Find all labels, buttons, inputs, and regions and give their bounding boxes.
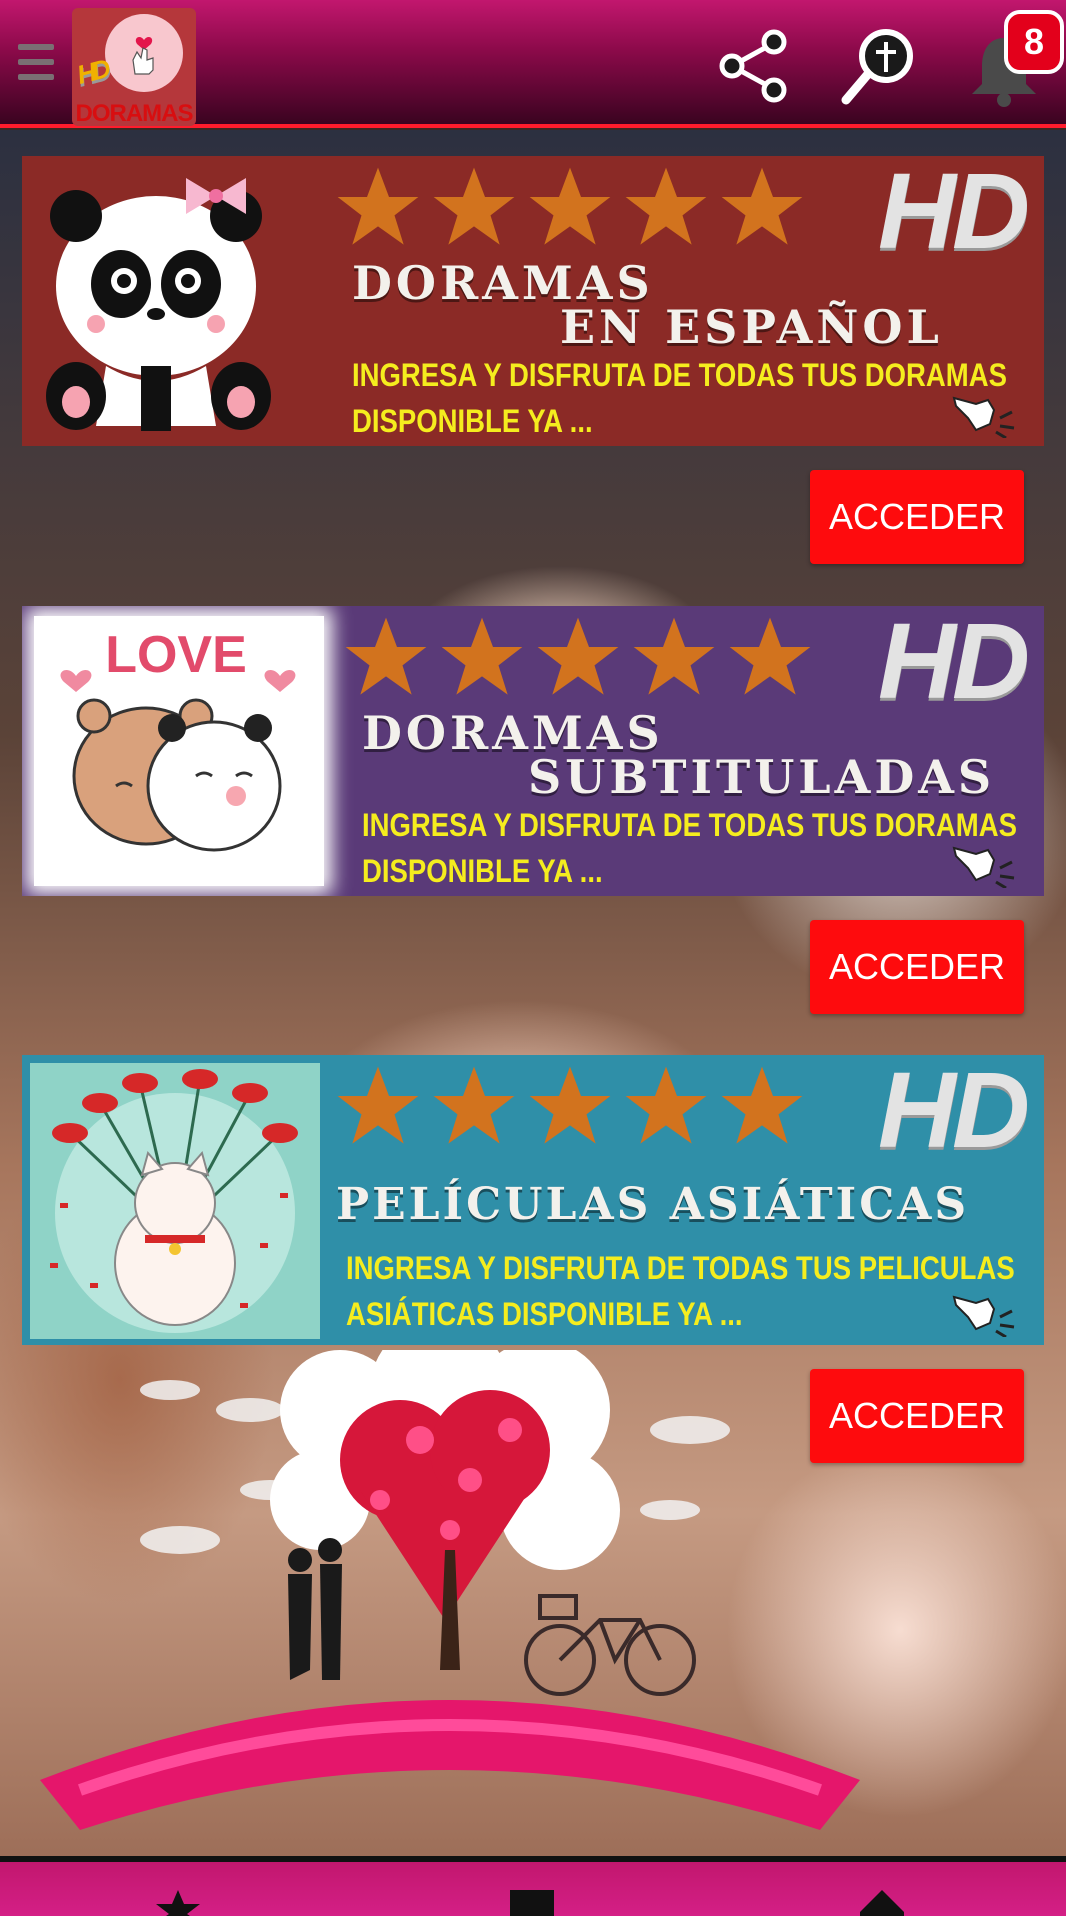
banner-doramas-subtituladas[interactable]: LOVE HD DORAMAS SUBTITULADAS INGRESA Y D… bbox=[22, 606, 1044, 896]
banner-description: INGRESA Y DISFRUTA DE TODAS TUS PELICULA… bbox=[346, 1245, 1015, 1337]
banner-description: INGRESA Y DISFRUTA DE TODAS TUS DORAMAS … bbox=[362, 802, 1017, 894]
star-icon bbox=[729, 617, 811, 695]
banner-peliculas-asiaticas[interactable]: HD PELÍCULAS ASIÁTICAS INGRESA Y DISFRUT… bbox=[22, 1055, 1044, 1345]
banner-description: INGRESA Y DISFRUTA DE TODAS TUS DORAMAS … bbox=[352, 352, 1007, 444]
bottom-navigation-bar bbox=[0, 1856, 1066, 1916]
star-icon bbox=[441, 617, 523, 695]
hd-label: HD bbox=[878, 156, 1030, 271]
star-icon bbox=[433, 1066, 515, 1144]
banner-description-line2: ASIÁTICAS DISPONIBLE YA ... bbox=[346, 1296, 743, 1332]
pointer-hand-icon bbox=[952, 1295, 1015, 1337]
banner-description-line1: INGRESA Y DISFRUTA DE TODAS TUS DORAMAS bbox=[362, 807, 1017, 843]
notification-count-badge[interactable]: 8 bbox=[1004, 10, 1064, 74]
app-logo[interactable]: HD DORAMAS bbox=[72, 8, 196, 126]
romance-tree-illustration bbox=[40, 1350, 860, 1830]
search-cross-icon[interactable] bbox=[838, 26, 918, 106]
star-icon bbox=[337, 167, 419, 245]
pointer-hand-icon bbox=[952, 846, 1015, 888]
star-icon bbox=[625, 167, 707, 245]
love-text: LOVE bbox=[105, 626, 247, 684]
banner-title: PELÍCULAS ASIÁTICAS bbox=[336, 1179, 970, 1230]
rating-stars bbox=[332, 164, 808, 252]
cat-flowers-thumbnail-icon bbox=[30, 1063, 320, 1339]
banner-description-line1: INGRESA Y DISFRUTA DE TODAS TUS DORAMAS bbox=[352, 357, 1007, 393]
pointer-hand-icon bbox=[952, 396, 1015, 438]
home-icon[interactable] bbox=[860, 1890, 904, 1916]
panda-thumbnail-icon bbox=[46, 178, 271, 431]
love-bears-thumbnail-icon: LOVE bbox=[60, 626, 296, 852]
hd-label: HD bbox=[878, 606, 1030, 721]
hd-label: HD bbox=[878, 1055, 1030, 1170]
banner-description-line1: INGRESA Y DISFRUTA DE TODAS TUS PELICULA… bbox=[346, 1250, 1015, 1286]
logo-name: DORAMAS bbox=[75, 100, 194, 126]
star-icon bbox=[529, 1066, 611, 1144]
star-icon bbox=[345, 617, 427, 695]
square-icon[interactable] bbox=[510, 1890, 554, 1916]
star-icon bbox=[633, 617, 715, 695]
banner-doramas-espanol[interactable]: HD DORAMAS EN ESPAÑOL INGRESA Y DISFRUTA… bbox=[22, 156, 1044, 446]
star-icon bbox=[337, 1066, 419, 1144]
share-icon[interactable] bbox=[714, 26, 794, 106]
rating-stars bbox=[332, 1063, 808, 1151]
star-icon bbox=[625, 1066, 707, 1144]
acceder-button-doramas-espanol[interactable]: ACCEDER bbox=[810, 470, 1024, 564]
banner-title-line2: EN ESPAÑOL bbox=[560, 300, 943, 354]
star-icon bbox=[537, 617, 619, 695]
banner-title-line2: SUBTITULADAS bbox=[528, 750, 996, 804]
star-icon[interactable] bbox=[156, 1890, 200, 1916]
app-header: HD DORAMAS 8 bbox=[0, 0, 1066, 128]
acceder-button-doramas-subtituladas[interactable]: ACCEDER bbox=[810, 920, 1024, 1014]
star-icon bbox=[433, 167, 515, 245]
rating-stars bbox=[340, 614, 816, 702]
star-icon bbox=[721, 167, 803, 245]
hamburger-menu-icon[interactable] bbox=[18, 44, 54, 88]
star-icon bbox=[721, 1066, 803, 1144]
banner-description-line2: DISPONIBLE YA ... bbox=[352, 403, 593, 439]
star-icon bbox=[529, 167, 611, 245]
banner-description-line2: DISPONIBLE YA ... bbox=[362, 853, 603, 889]
